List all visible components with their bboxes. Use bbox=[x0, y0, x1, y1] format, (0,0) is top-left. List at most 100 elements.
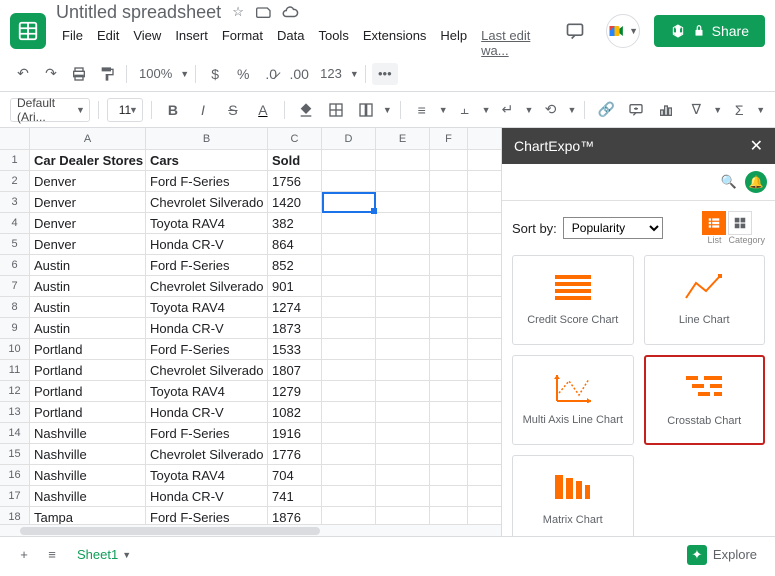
row-header[interactable]: 15 bbox=[0, 444, 30, 464]
borders-icon[interactable] bbox=[323, 97, 349, 123]
cell[interactable] bbox=[322, 402, 376, 422]
cell[interactable] bbox=[376, 486, 430, 506]
cell[interactable] bbox=[322, 381, 376, 401]
col-header-b[interactable]: B bbox=[146, 128, 268, 149]
strikethrough-icon[interactable]: S bbox=[220, 97, 246, 123]
cell[interactable]: Nashville bbox=[30, 486, 146, 506]
row-header[interactable]: 14 bbox=[0, 423, 30, 443]
menu-view[interactable]: View bbox=[127, 25, 167, 61]
cell[interactable] bbox=[376, 234, 430, 254]
last-edit-link[interactable]: Last edit wa... bbox=[475, 25, 557, 61]
paint-format-icon[interactable] bbox=[94, 61, 120, 87]
cell[interactable] bbox=[322, 213, 376, 233]
comments-icon[interactable] bbox=[558, 14, 592, 48]
cell[interactable]: Portland bbox=[30, 381, 146, 401]
menu-data[interactable]: Data bbox=[271, 25, 310, 61]
cell[interactable]: 1533 bbox=[268, 339, 322, 359]
cell[interactable]: 1756 bbox=[268, 171, 322, 191]
cell[interactable]: 704 bbox=[268, 465, 322, 485]
cell[interactable]: Austin bbox=[30, 276, 146, 296]
cell[interactable]: Cars bbox=[146, 150, 268, 170]
cell[interactable]: Nashville bbox=[30, 465, 146, 485]
percent-icon[interactable]: % bbox=[230, 61, 256, 87]
cell[interactable]: Chevrolet Silverado bbox=[146, 192, 268, 212]
number-format[interactable]: 123 bbox=[314, 66, 348, 81]
cell[interactable] bbox=[322, 444, 376, 464]
chart-matrix[interactable]: Matrix Chart bbox=[512, 455, 634, 536]
col-header-a[interactable]: A bbox=[30, 128, 146, 149]
document-title[interactable]: Untitled spreadsheet bbox=[56, 2, 221, 23]
cell[interactable] bbox=[430, 318, 468, 338]
row-header[interactable]: 7 bbox=[0, 276, 30, 296]
col-header-d[interactable]: D bbox=[322, 128, 376, 149]
row-header[interactable]: 8 bbox=[0, 297, 30, 317]
cell[interactable]: Austin bbox=[30, 297, 146, 317]
sheet-tab[interactable]: Sheet1▼ bbox=[66, 542, 142, 567]
text-color-icon[interactable]: A bbox=[250, 97, 276, 123]
explore-button[interactable]: ✦ Explore bbox=[679, 541, 765, 569]
cell[interactable]: 1916 bbox=[268, 423, 322, 443]
menu-extensions[interactable]: Extensions bbox=[357, 25, 433, 61]
move-icon[interactable] bbox=[255, 3, 273, 21]
cell[interactable]: 1807 bbox=[268, 360, 322, 380]
row-header[interactable]: 11 bbox=[0, 360, 30, 380]
cell[interactable] bbox=[322, 171, 376, 191]
cell[interactable] bbox=[430, 171, 468, 191]
cell[interactable] bbox=[376, 192, 430, 212]
filter-icon[interactable]: ∇ bbox=[683, 97, 709, 123]
currency-icon[interactable]: $ bbox=[202, 61, 228, 87]
view-category-button[interactable] bbox=[728, 211, 752, 235]
comment-icon[interactable] bbox=[623, 97, 649, 123]
cell[interactable] bbox=[430, 423, 468, 443]
col-header-e[interactable]: E bbox=[376, 128, 430, 149]
cell[interactable] bbox=[376, 444, 430, 464]
undo-icon[interactable]: ↶ bbox=[10, 61, 36, 87]
row-header[interactable]: 6 bbox=[0, 255, 30, 275]
row-header[interactable]: 13 bbox=[0, 402, 30, 422]
spreadsheet[interactable]: A B C D E F 1Car Dealer StoresCarsSold2D… bbox=[0, 128, 502, 536]
cloud-icon[interactable] bbox=[281, 3, 299, 21]
link-icon[interactable]: 🔗 bbox=[593, 97, 619, 123]
cell[interactable] bbox=[430, 213, 468, 233]
row-header[interactable]: 17 bbox=[0, 486, 30, 506]
share-button[interactable]: Share bbox=[654, 15, 765, 47]
cell[interactable] bbox=[430, 465, 468, 485]
cell[interactable]: 1082 bbox=[268, 402, 322, 422]
cell[interactable]: Toyota RAV4 bbox=[146, 381, 268, 401]
cell[interactable] bbox=[430, 276, 468, 296]
sort-select[interactable]: Popularity bbox=[563, 217, 663, 239]
row-header[interactable]: 3 bbox=[0, 192, 30, 212]
chart-multi-axis[interactable]: Multi Axis Line Chart bbox=[512, 355, 634, 445]
cell[interactable]: Ford F-Series bbox=[146, 423, 268, 443]
all-sheets-icon[interactable]: ≡ bbox=[38, 541, 66, 569]
font-size[interactable]: 11▼ bbox=[107, 98, 143, 122]
cell[interactable]: Honda CR-V bbox=[146, 402, 268, 422]
menu-tools[interactable]: Tools bbox=[312, 25, 354, 61]
cell[interactable]: 1274 bbox=[268, 297, 322, 317]
row-header[interactable]: 16 bbox=[0, 465, 30, 485]
cell[interactable]: Austin bbox=[30, 255, 146, 275]
cell[interactable]: Chevrolet Silverado bbox=[146, 276, 268, 296]
cell[interactable]: 852 bbox=[268, 255, 322, 275]
cell[interactable] bbox=[430, 192, 468, 212]
cell[interactable] bbox=[430, 402, 468, 422]
cell[interactable]: 382 bbox=[268, 213, 322, 233]
cell[interactable] bbox=[376, 402, 430, 422]
cell[interactable]: Toyota RAV4 bbox=[146, 213, 268, 233]
font-select[interactable]: Default (Ari...▼ bbox=[10, 98, 90, 122]
cell[interactable] bbox=[322, 486, 376, 506]
chart-icon[interactable] bbox=[653, 97, 679, 123]
cell[interactable] bbox=[430, 234, 468, 254]
chart-credit-score[interactable]: Credit Score Chart bbox=[512, 255, 634, 345]
select-all-corner[interactable] bbox=[0, 128, 30, 149]
menu-file[interactable]: File bbox=[56, 25, 89, 61]
cell[interactable] bbox=[376, 276, 430, 296]
cell[interactable] bbox=[322, 276, 376, 296]
cell[interactable] bbox=[376, 339, 430, 359]
col-header-f[interactable]: F bbox=[430, 128, 468, 149]
cell[interactable] bbox=[376, 171, 430, 191]
cell[interactable] bbox=[322, 360, 376, 380]
cell[interactable]: Sold bbox=[268, 150, 322, 170]
cell[interactable]: Toyota RAV4 bbox=[146, 297, 268, 317]
cell[interactable]: Denver bbox=[30, 171, 146, 191]
